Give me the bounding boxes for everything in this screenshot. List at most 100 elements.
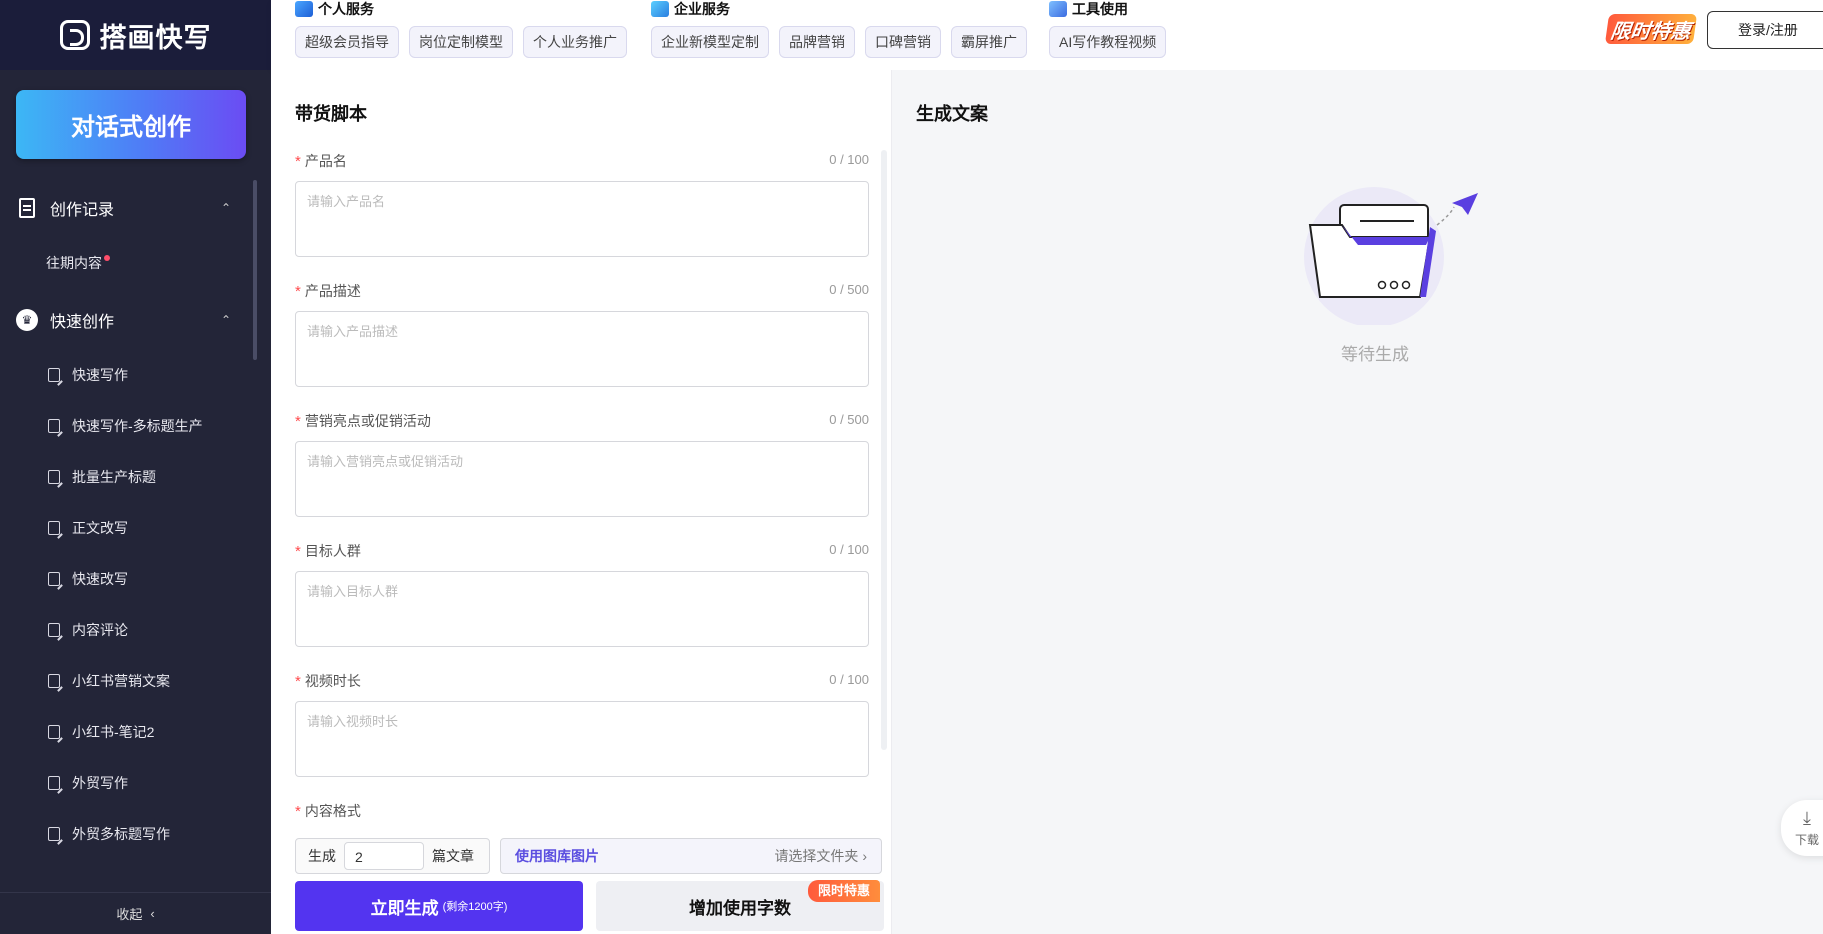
image-library-selector[interactable]: 使用图库图片 请选择文件夹 ›	[500, 838, 882, 874]
service-chip[interactable]: 品牌营销	[779, 26, 855, 58]
sidebar-item-label: 外贸多标题写作	[72, 826, 170, 842]
article-count-input[interactable]: 2	[344, 842, 424, 870]
required-mark: *	[295, 802, 301, 820]
edit-doc-icon	[48, 521, 60, 535]
generate-button[interactable]: 立即生成 (剩余1200字)	[295, 881, 583, 931]
collapse-label: 收起	[116, 907, 143, 922]
notification-dot	[104, 255, 110, 261]
logo[interactable]: 搭画快写	[0, 0, 271, 70]
sidebar-item-label: 快速改写	[72, 571, 128, 587]
service-chip[interactable]: 霸屏推广	[951, 26, 1027, 58]
char-count: 0 / 100	[829, 542, 869, 557]
target-audience-input[interactable]: 请输入目标人群	[295, 571, 869, 647]
limited-offer-badge: 限时特惠	[808, 880, 881, 902]
video-duration-input[interactable]: 请输入视频时长	[295, 701, 869, 777]
sidebar-item[interactable]: 快速写作-多标题生产	[0, 414, 253, 438]
required-mark: *	[295, 672, 301, 690]
edit-doc-icon	[48, 725, 60, 739]
crown-icon: ♛	[16, 309, 38, 331]
sidebar-item-label: 正文改写	[72, 520, 128, 536]
edit-doc-icon	[48, 368, 60, 382]
service-chip[interactable]: AI写作教程视频	[1049, 26, 1167, 58]
sidebar-item[interactable]: 小红书-笔记2	[0, 720, 253, 744]
service-chip[interactable]: 个人业务推广	[523, 26, 627, 58]
cube-icon	[651, 1, 669, 17]
folder-select[interactable]: 请选择文件夹 ›	[774, 846, 867, 866]
logo-text: 搭画快写	[99, 22, 212, 53]
char-count: 0 / 100	[829, 152, 869, 167]
empty-folder-illustration	[1304, 187, 1478, 325]
service-chip[interactable]: 企业新模型定制	[651, 26, 769, 58]
sidebar-group-records[interactable]: 创作记录 ⌃	[0, 193, 253, 223]
sidebar-item[interactable]: 正文改写	[0, 516, 253, 540]
edit-doc-icon	[48, 470, 60, 484]
generate-label: 立即生成	[370, 898, 439, 918]
sidebar-item[interactable]: 批量生产标题	[0, 465, 253, 489]
download-label: 下载	[1794, 833, 1819, 847]
edit-doc-icon	[48, 572, 60, 586]
waiting-text: 等待生成	[1341, 345, 1409, 364]
field-product-name: * 产品名 0 / 100 请输入产品名	[295, 152, 869, 257]
service-chip[interactable]: 岗位定制模型	[409, 26, 513, 58]
generate-options: 生成 2 篇文章 使用图库图片 请选择文件夹 ›	[295, 838, 882, 874]
field-target-audience: * 目标人群 0 / 100 请输入目标人群	[295, 542, 869, 647]
sidebar-scrollbar[interactable]	[253, 180, 257, 360]
download-button[interactable]: ⤓ 下载	[1781, 800, 1823, 856]
field-video-duration: * 视频时长 0 / 100 请输入视频时长	[295, 672, 869, 777]
chevron-up-icon: ⌃	[220, 313, 231, 327]
script-form-panel: 带货脚本 * 产品名 0 / 100 请输入产品名 * 产品描述 0 / 500 请…	[271, 70, 891, 934]
sidebar-group-label: 创作记录	[50, 202, 115, 219]
edit-doc-icon	[48, 674, 60, 688]
sidebar: 搭画快写 对话式创作 创作记录 ⌃ 往期内容 ♛ 快速创作 ⌃ 快速写作 快速写…	[0, 0, 271, 934]
edit-doc-icon	[48, 776, 60, 790]
required-mark: *	[295, 542, 301, 560]
sidebar-item[interactable]: 快速改写	[0, 567, 253, 591]
form-scrollbar[interactable]	[881, 150, 887, 750]
chevron-up-icon: ⌃	[220, 201, 231, 215]
service-chip[interactable]: 超级会员指导	[295, 26, 399, 58]
sidebar-item[interactable]: 外贸写作	[0, 771, 253, 795]
sidebar-item[interactable]: 快速写作	[0, 363, 253, 387]
person-service-icon	[295, 1, 313, 17]
field-label: 目标人群	[304, 543, 361, 559]
highlights-input[interactable]: 请输入营销亮点或促销活动	[295, 441, 869, 517]
field-highlights: * 营销亮点或促销活动 0 / 500 请输入营销亮点或促销活动	[295, 412, 869, 517]
service-title: 工具使用	[1072, 1, 1128, 17]
top-navbar: 个人服务 超级会员指导 岗位定制模型 个人业务推广 企业服务 企业新模型定制 品…	[271, 0, 1823, 70]
tool-services: 工具使用 AI写作教程视频	[1049, 0, 1167, 58]
sidebar-item-label: 快速写作	[72, 367, 128, 383]
sidebar-item-label: 小红书营销文案	[72, 673, 170, 689]
field-product-desc: * 产品描述 0 / 500 请输入产品描述	[295, 282, 869, 387]
sidebar-item-label: 外贸写作	[72, 775, 128, 791]
sidebar-item-label: 小红书-笔记2	[72, 724, 155, 740]
login-register-button[interactable]: 登录/注册	[1707, 11, 1823, 49]
sidebar-group-label: 快速创作	[50, 314, 115, 331]
sidebar-item-label: 快速写作-多标题生产	[72, 418, 203, 434]
field-label: 产品名	[304, 153, 347, 169]
sidebar-item[interactable]: 内容评论	[0, 618, 253, 642]
char-count: 0 / 500	[829, 282, 869, 297]
edit-doc-icon	[48, 419, 60, 433]
output-title: 生成文案	[916, 104, 988, 124]
sidebar-item-history[interactable]: 往期内容	[0, 251, 253, 275]
sidebar-item-label: 往期内容	[46, 255, 102, 271]
required-mark: *	[295, 412, 301, 430]
enterprise-services: 企业服务 企业新模型定制 品牌营销 口碑营销 霸屏推广	[651, 0, 1027, 58]
document-icon	[19, 198, 35, 218]
chevron-left-icon: ‹	[150, 906, 155, 921]
service-chip[interactable]: 口碑营销	[865, 26, 941, 58]
sidebar-item[interactable]: 小红书营销文案	[0, 669, 253, 693]
promo-badge[interactable]: 限时特惠	[1604, 14, 1698, 44]
dialog-create-button[interactable]: 对话式创作	[16, 90, 246, 159]
char-count: 0 / 100	[829, 672, 869, 687]
field-label: 视频时长	[304, 673, 361, 689]
sidebar-item[interactable]: 外贸多标题写作	[0, 822, 253, 846]
product-desc-input[interactable]: 请输入产品描述	[295, 311, 869, 387]
sidebar-group-quick-create[interactable]: ♛ 快速创作 ⌃	[0, 305, 253, 335]
field-label: 营销亮点或促销活动	[304, 413, 431, 429]
product-name-input[interactable]: 请输入产品名	[295, 181, 869, 257]
collapse-sidebar-button[interactable]: 收起 ‹	[0, 892, 271, 934]
logo-icon	[59, 20, 90, 50]
article-count-box: 生成 2 篇文章	[295, 838, 490, 874]
field-label: 产品描述	[304, 283, 361, 299]
